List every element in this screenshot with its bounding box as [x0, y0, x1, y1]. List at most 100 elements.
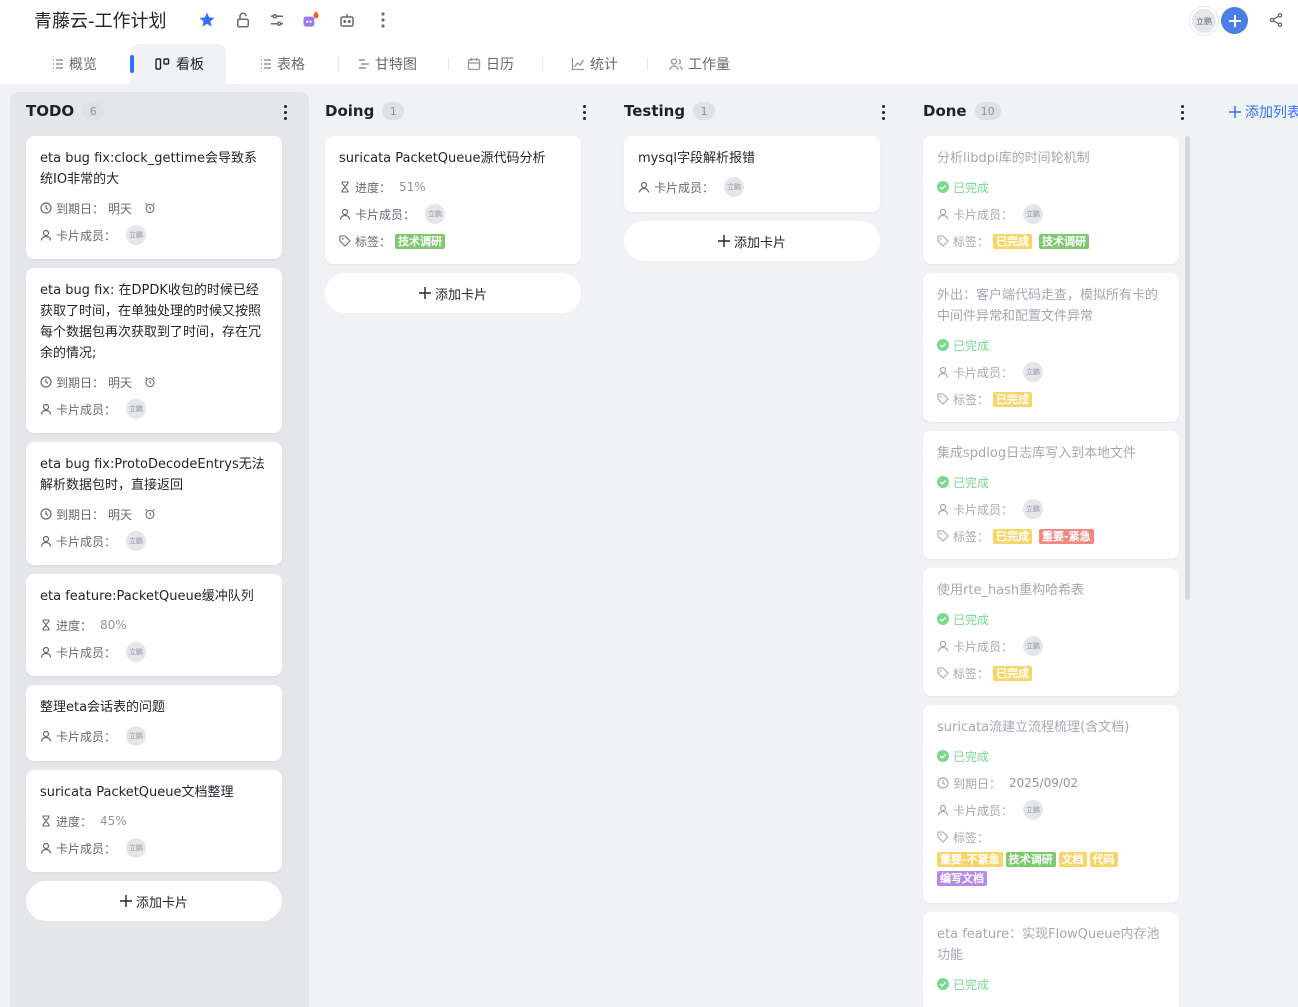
card-members-row: 卡片成员： 立鹏	[638, 177, 866, 197]
gantt-icon	[359, 59, 369, 69]
avatar[interactable]: 立鹏	[126, 726, 147, 746]
tag-badge: 重要-紧急	[1039, 528, 1094, 544]
tab-kanban[interactable]: 看板	[130, 44, 226, 84]
add-list-button[interactable]: 添加列表	[1229, 102, 1298, 122]
kanban-card[interactable]: 集成spdlog日志库写入到本地文件 已完成 卡片成员： 立鹏 标签： 已完成 …	[923, 431, 1179, 559]
chart-icon	[571, 58, 585, 71]
tab-gantt[interactable]: 甘特图	[358, 44, 417, 84]
add-card-button[interactable]: 添加卡片	[624, 221, 880, 261]
card-members-row: 卡片成员： 立鹏	[40, 225, 268, 245]
add-card-label: 添加卡片	[733, 235, 786, 251]
tab-stats[interactable]: 统计	[571, 44, 618, 84]
kanban-card[interactable]: 整理eta会话表的问题 卡片成员： 立鹏	[26, 685, 282, 761]
tab-label: 甘特图	[375, 57, 417, 73]
status-label: 已完成	[953, 180, 990, 195]
tag-badge: 已完成	[993, 233, 1033, 249]
avatar[interactable]: 立鹏	[1023, 636, 1044, 656]
card-members-row: 卡片成员： 立鹏	[937, 204, 1165, 224]
avatar[interactable]: 立鹏	[724, 177, 745, 197]
user-icon	[937, 208, 949, 220]
user-icon	[40, 730, 52, 742]
avatar[interactable]: 立鹏	[1023, 499, 1044, 519]
avatar[interactable]: 立鹏	[126, 838, 147, 858]
tag-icon	[339, 235, 351, 247]
tag-icon	[937, 667, 949, 679]
user-icon	[40, 229, 52, 241]
more-vertical-icon[interactable]	[373, 10, 393, 30]
user-icon	[40, 535, 52, 547]
column-menu-icon[interactable]	[875, 102, 891, 122]
card-tags-row: 标签： 已完成	[937, 390, 1165, 408]
avatar[interactable]: 立鹏	[126, 399, 147, 419]
card-due-row: 到期日： 明天	[40, 199, 268, 217]
card-status-row: 已完成	[937, 747, 1165, 765]
kanban-card[interactable]: suricata流建立流程梳理(含文档) 已完成 到期日： 2025/09/02…	[923, 705, 1179, 903]
tab-overview[interactable]: 概览	[52, 44, 97, 84]
tags-label: 标签：	[953, 234, 990, 249]
status-label: 已完成	[953, 977, 990, 992]
kanban-card[interactable]: mysql字段解析报错 卡片成员： 立鹏	[624, 136, 880, 212]
tag-badge: 文档	[1058, 852, 1087, 867]
done-column-scrollbar[interactable]	[1185, 136, 1190, 600]
kanban-card[interactable]: eta bug fix: 在DPDK收包的时候已经获取了时间，在单独处理的时候又…	[26, 268, 282, 433]
check-circle-icon	[937, 476, 949, 488]
column-menu-icon[interactable]	[576, 102, 592, 122]
card-tags-row: 标签： 已完成 重要-紧急	[937, 527, 1165, 545]
avatar[interactable]: 立鹏	[1023, 362, 1044, 382]
card-due-row: 到期日： 明天	[40, 505, 268, 523]
column-header-todo[interactable]: TODO 6	[26, 102, 105, 120]
column-header-done[interactable]: Done 10	[923, 102, 1001, 120]
kanban-card[interactable]: 分析libdpi库的时间轮机制 已完成 卡片成员： 立鹏 标签： 已完成 技术调…	[923, 136, 1179, 264]
avatar[interactable]: 立鹏	[1023, 800, 1044, 820]
kanban-card[interactable]: suricata PacketQueue文档整理 进度： 45% 卡片成员： 立…	[26, 770, 282, 872]
clock-icon	[40, 202, 52, 214]
star-icon[interactable]	[197, 10, 217, 30]
kanban-card[interactable]: 外出：客户端代码走查，模拟所有卡的中间件异常和配置文件异常 已完成 卡片成员： …	[923, 273, 1179, 422]
tab-label: 工作量	[688, 57, 730, 73]
lock-icon[interactable]	[233, 10, 253, 30]
kanban-card[interactable]: suricata PacketQueue源代码分析 进度： 51% 卡片成员： …	[325, 136, 581, 264]
due-label: 到期日：	[56, 507, 105, 522]
tab-table[interactable]: 表格	[260, 44, 305, 84]
kanban-card[interactable]: eta bug fix:clock_gettime会导致系统IO非常的大 到期日…	[26, 136, 282, 259]
user-icon	[339, 208, 351, 220]
kanban-card[interactable]: eta feature:PacketQueue缓冲队列 进度： 80% 卡片成员…	[26, 574, 282, 676]
kanban-card[interactable]: eta bug fix:ProtoDecodeEntrys无法解析数据包时，直接…	[26, 442, 282, 565]
members-label: 卡片成员：	[953, 639, 1014, 654]
add-card-button[interactable]: 添加卡片	[325, 273, 581, 313]
column-header-testing[interactable]: Testing 1	[624, 102, 716, 120]
plugin-fire-icon[interactable]	[301, 10, 321, 30]
tab-label: 统计	[590, 57, 618, 73]
card-tags-row: 标签： 已完成	[937, 664, 1165, 682]
members-label: 卡片成员：	[953, 207, 1014, 222]
tag-icon	[937, 831, 949, 843]
robot-icon[interactable]	[337, 10, 357, 30]
avatar[interactable]: 立鹏	[126, 225, 147, 245]
tab-workload[interactable]: 工作量	[669, 44, 730, 84]
tag-badge: 技术调研	[1005, 852, 1056, 867]
add-card-button[interactable]: 添加卡片	[26, 881, 282, 921]
clock-icon	[937, 777, 949, 789]
tab-label: 概览	[69, 57, 97, 73]
share-icon[interactable]	[1266, 10, 1286, 30]
add-member-button[interactable]	[1221, 7, 1248, 34]
column-menu-icon[interactable]	[1174, 102, 1190, 122]
card-members-row: 卡片成员： 立鹏	[339, 204, 567, 224]
avatar[interactable]: 立鹏	[126, 642, 147, 662]
card-progress-row: 进度： 80%	[40, 616, 268, 634]
tab-calendar[interactable]: 日历	[467, 44, 514, 84]
avatar[interactable]: 立鹏	[425, 204, 446, 224]
kanban-card[interactable]: 使用rte_hash重构哈希表 已完成 卡片成员： 立鹏 标签： 已完成	[923, 568, 1179, 696]
due-label: 到期日：	[56, 201, 105, 216]
column-header-doing[interactable]: Doing 1	[325, 102, 405, 120]
settings-sliders-icon[interactable]	[267, 10, 287, 30]
card-members-row: 卡片成员： 立鹏	[937, 800, 1165, 820]
avatar[interactable]: 立鹏	[1190, 7, 1218, 35]
avatar[interactable]: 立鹏	[1023, 204, 1044, 224]
tag-badge: 已完成	[993, 391, 1033, 407]
tag-badge: 已完成	[993, 528, 1033, 544]
avatar[interactable]: 立鹏	[126, 531, 147, 551]
kanban-card[interactable]: eta feature：实现FlowQueue内存池功能 已完成	[923, 912, 1179, 1007]
column-menu-icon[interactable]	[277, 102, 293, 122]
card-members-row: 卡片成员： 立鹏	[937, 499, 1165, 519]
